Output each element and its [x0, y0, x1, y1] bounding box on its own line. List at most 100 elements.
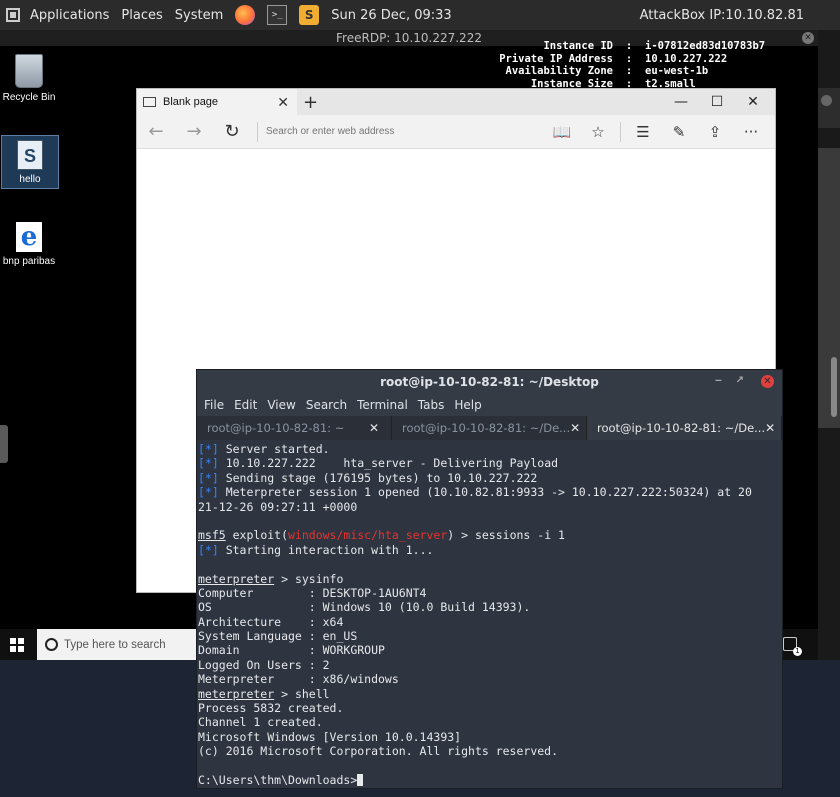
terminal-titlebar[interactable]: root@ip-10-10-82-81: ~/Desktop ‒ ↗ ✕	[197, 370, 782, 394]
menu-tabs[interactable]: Tabs	[413, 398, 450, 412]
terminal-line: meterpreter > sysinfo	[198, 572, 772, 586]
hub-icon[interactable]: ☰	[625, 123, 661, 141]
terminal-text: Domain : WORKGROUP	[198, 643, 385, 658]
firefox-icon[interactable]	[235, 5, 256, 25]
edge-nav-bar: ← → ↻ 📖 ☆ ☰ ✎ ⇪ ···	[137, 115, 775, 149]
search-placeholder: Type here to search	[64, 638, 166, 651]
terminal-tab-active[interactable]: root@ip-10-10-82-81: ~/De... ✕	[587, 416, 782, 440]
terminal-text: [*]	[198, 485, 226, 500]
tab-close-icon[interactable]: ✕	[765, 421, 775, 435]
reading-view-icon[interactable]: 📖	[544, 123, 580, 141]
terminal-output[interactable]: [*] Server started. [*] 10.10.227.222 hta…	[197, 440, 772, 788]
terminal-tab[interactable]: root@ip-10-10-82-81: ~ ✕	[197, 416, 392, 440]
terminal-text: Channel 1 created.	[198, 715, 323, 730]
menu-system[interactable]: System	[169, 0, 229, 30]
terminal-text: C:\Users\thm\Downloads>	[198, 772, 358, 787]
minimize-button[interactable]: —	[663, 89, 699, 115]
terminal-text: System Language : en_US	[198, 629, 358, 644]
edge-shortcut-icon: e	[16, 222, 42, 252]
terminal-tab-label: root@ip-10-10-82-81: ~/De...	[402, 421, 571, 435]
terminal-line: [*] 10.10.227.222 hta_server - Deliverin…	[198, 456, 772, 470]
more-icon[interactable]: ···	[733, 123, 769, 141]
terminal-text: Meterpreter session 1 opened (10.10.82.8…	[225, 485, 752, 500]
terminal-text: Server started.	[225, 442, 330, 456]
terminal-line: Meterpreter : x86/windows	[198, 672, 772, 686]
tab-close-icon[interactable]: ✕	[369, 421, 379, 435]
terminal-menubar: File Edit View Search Terminal Tabs Help	[197, 394, 782, 416]
notification-count-badge: 1	[793, 647, 802, 656]
terminal-scrollbar-thumb[interactable]	[831, 357, 837, 417]
terminal-line: Microsoft Windows [Version 10.0.14393]	[198, 730, 772, 744]
menu-places[interactable]: Places	[115, 0, 168, 30]
terminal-line: System Language : en_US	[198, 629, 772, 643]
search-icon	[45, 638, 58, 651]
terminal-window: root@ip-10-10-82-81: ~/Desktop ‒ ↗ ✕ Fil…	[196, 369, 783, 789]
minimize-icon[interactable]: ‒	[715, 376, 722, 386]
page-icon	[143, 97, 156, 107]
terminal-text: [*]	[198, 442, 226, 456]
terminal-text: (c) 2016 Microsoft Corporation. All righ…	[198, 744, 559, 759]
sublime-text-icon[interactable]: S	[299, 5, 320, 25]
refresh-button[interactable]: ↻	[213, 121, 251, 142]
rdp-close-icon[interactable]: ✕	[802, 32, 814, 44]
menu-search[interactable]: Search	[301, 398, 352, 412]
terminal-text: Sending stage (176195 bytes) to 10.10.22…	[225, 470, 538, 485]
windows-start-icon[interactable]	[10, 638, 24, 652]
terminal-text: meterpreter	[198, 686, 275, 701]
aws-info-row: Availability Zone: eu-west-1b	[505, 65, 709, 77]
terminal-text: Starting interaction with 1...	[225, 542, 434, 557]
terminal-tab[interactable]: root@ip-10-10-82-81: ~/De... ✕	[392, 416, 587, 440]
favorite-star-icon[interactable]: ☆	[580, 123, 616, 141]
terminal-text: [*]	[198, 542, 226, 557]
attackbox-ip: AttackBox IP:10.10.82.81	[639, 7, 804, 23]
menu-file[interactable]: File	[199, 398, 229, 412]
maximize-icon[interactable]: ↗	[736, 376, 744, 386]
recycle-bin-icon	[15, 54, 43, 88]
terminal-launcher-icon[interactable]: >_	[267, 5, 288, 25]
menu-terminal[interactable]: Terminal	[352, 398, 413, 412]
menu-applications[interactable]: Applications	[24, 0, 115, 30]
close-button[interactable]: ✕	[735, 89, 771, 115]
terminal-line: [*] Sending stage (176195 bytes) to 10.1…	[198, 471, 772, 485]
terminal-line: Computer : DESKTOP-1AU6NT4	[198, 586, 772, 600]
web-note-icon[interactable]: ✎	[661, 123, 697, 141]
close-icon[interactable]: ✕	[761, 375, 774, 388]
terminal-line: (c) 2016 Microsoft Corporation. All righ…	[198, 744, 772, 758]
terminal-text: windows/misc/hta_server	[288, 528, 448, 543]
applications-icon[interactable]	[6, 8, 20, 22]
edge-tab-blank-page[interactable]: Blank page ✕	[137, 89, 297, 115]
clock[interactable]: Sun 26 Dec, 09:33	[331, 8, 451, 23]
tab-close-icon[interactable]: ✕	[277, 94, 289, 111]
top-panel: Applications Places System >_ S Sun 26 D…	[0, 0, 840, 30]
terminal-text: OS : Windows 10 (10.0 Build 14393).	[198, 600, 531, 615]
menu-edit[interactable]: Edit	[229, 398, 262, 412]
terminal-line: Architecture : x64	[198, 615, 772, 629]
terminal-line: meterpreter > shell	[198, 687, 772, 701]
side-panel-handle[interactable]	[0, 425, 8, 463]
address-bar-input[interactable]	[266, 126, 556, 137]
back-button[interactable]: ←	[137, 121, 175, 142]
maximize-button[interactable]: ☐	[699, 89, 735, 115]
menu-help[interactable]: Help	[449, 398, 486, 412]
terminal-line: [*] Meterpreter session 1 opened (10.10.…	[198, 485, 772, 499]
forward-button[interactable]: →	[175, 121, 213, 142]
terminal-line: Domain : WORKGROUP	[198, 643, 772, 657]
background-window-close-icon[interactable]	[821, 95, 832, 106]
desktop-icon-hello[interactable]: S hello	[1, 135, 59, 189]
new-tab-button[interactable]: +	[303, 92, 318, 113]
desktop-icon-label: bnp paribas	[2, 256, 56, 267]
tab-title: Blank page	[163, 96, 219, 108]
desktop-icon-recycle-bin[interactable]: Recycle Bin	[0, 54, 58, 103]
terminal-text: Meterpreter : x86/windows	[198, 672, 399, 687]
terminal-text: 10.10.227.222 hta_server - Delivering Pa…	[225, 456, 559, 471]
tab-close-icon[interactable]: ✕	[570, 421, 580, 435]
terminal-line: [*] Starting interaction with 1...	[198, 543, 772, 557]
menu-view[interactable]: View	[262, 398, 300, 412]
desktop-icon-bnp-paribas[interactable]: e bnp paribas	[0, 222, 58, 267]
taskbar-search-box[interactable]: Type here to search	[37, 629, 197, 660]
terminal-text: Process 5832 created.	[198, 701, 344, 716]
share-icon[interactable]: ⇪	[697, 123, 733, 141]
terminal-line: OS : Windows 10 (10.0 Build 14393).	[198, 600, 772, 614]
